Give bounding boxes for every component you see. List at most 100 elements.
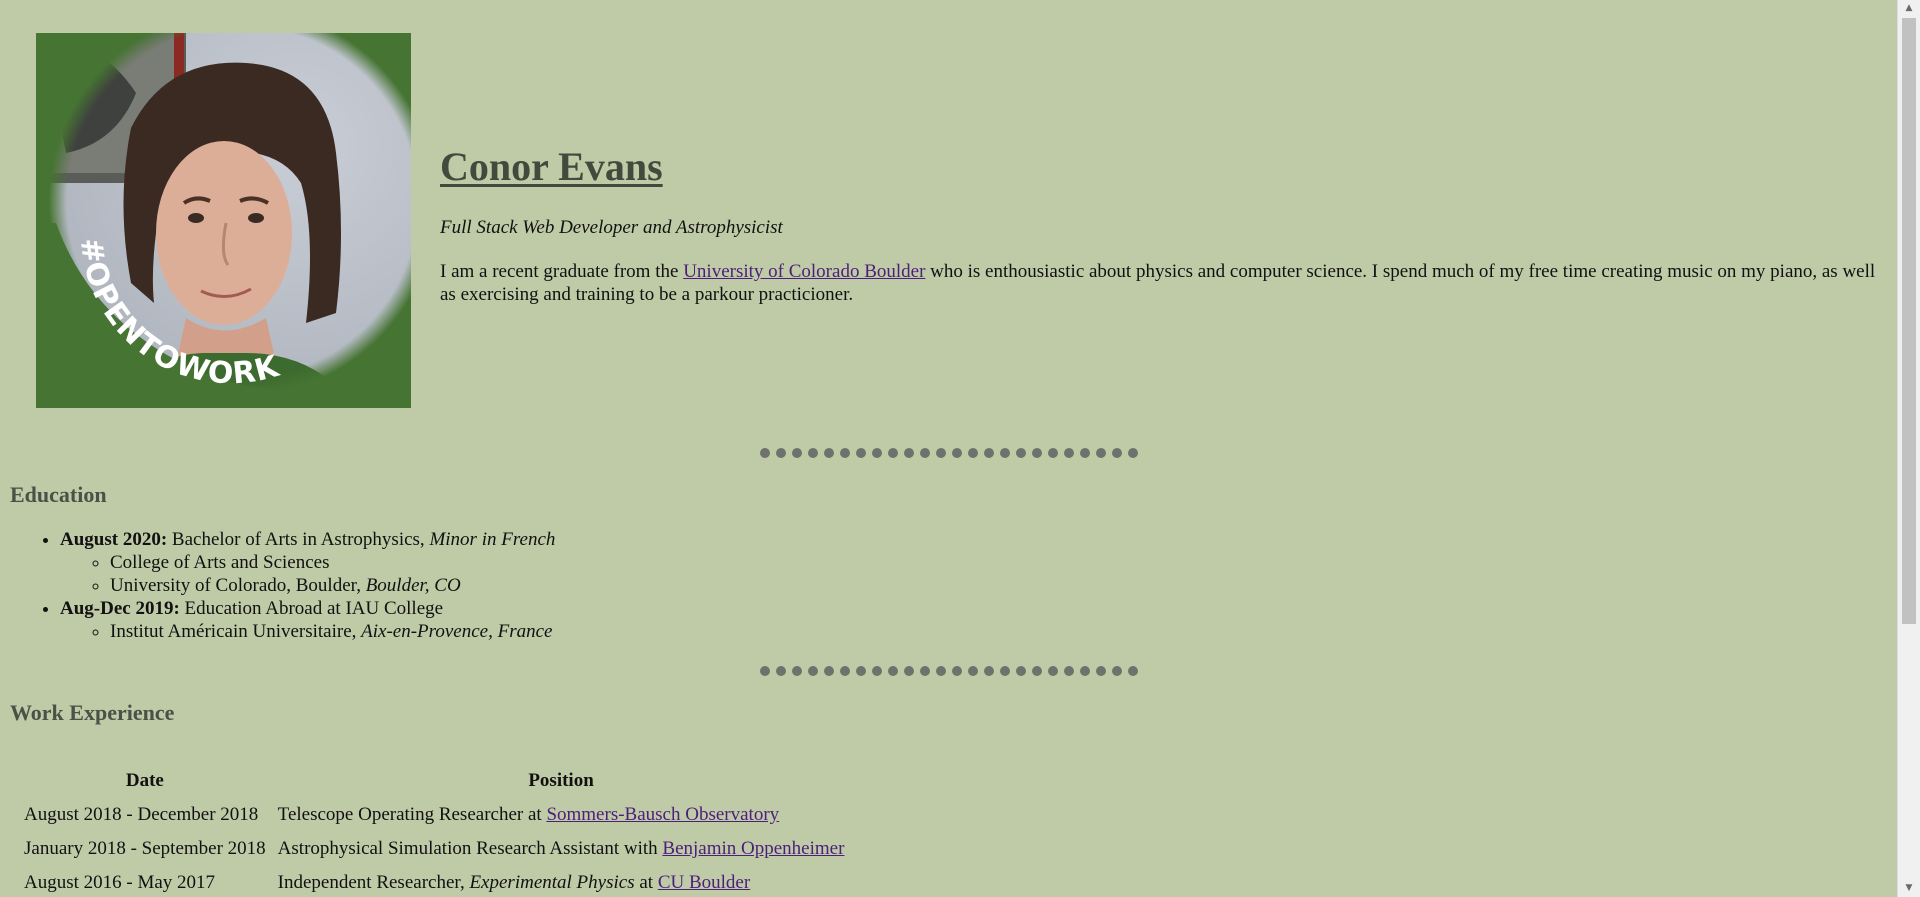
- observatory-link[interactable]: Sommers-Bausch Observatory: [546, 804, 779, 825]
- page: #OPENTOWORK Conor Evans Full Stack Web D…: [0, 0, 1898, 897]
- education-subitem-emph: Aix-en-Provence, France: [361, 621, 553, 642]
- bio: I am a recent graduate from the Universi…: [440, 260, 1880, 306]
- education-subitem-text: College of Arts and Sciences: [110, 552, 330, 573]
- education-subitem-text: Institut Américain Universitaire,: [110, 621, 362, 642]
- scrollbar-thumb[interactable]: [1902, 18, 1916, 624]
- dot-icon: [888, 448, 898, 458]
- dot-icon: [792, 448, 802, 458]
- education-subitem: Institut Américain Universitaire, Aix-en…: [110, 620, 555, 643]
- dot-icon: [856, 666, 866, 676]
- education-list: August 2020: Bachelor of Arts in Astroph…: [10, 528, 555, 643]
- dot-icon: [1032, 448, 1042, 458]
- intro: Conor Evans Full Stack Web Developer and…: [440, 145, 1880, 306]
- work-date: August 2016 - May 2017: [24, 872, 216, 893]
- dot-icon: [760, 448, 770, 458]
- dot-icon: [760, 666, 770, 676]
- table-header-row: Date Position: [24, 770, 844, 792]
- column-header-position: Position: [528, 770, 594, 791]
- dot-icon: [872, 666, 882, 676]
- dot-icon: [840, 448, 850, 458]
- dot-icon: [1080, 666, 1090, 676]
- dot-icon: [1016, 666, 1026, 676]
- work-date: August 2018 - December 2018: [24, 804, 259, 825]
- dot-icon: [904, 666, 914, 676]
- dot-icon: [1128, 448, 1138, 458]
- profile-header: #OPENTOWORK Conor Evans Full Stack Web D…: [36, 33, 1886, 408]
- column-header-date: Date: [125, 770, 164, 791]
- profile-photo: #OPENTOWORK: [36, 33, 411, 408]
- work-position-text: Telescope Operating Researcher at: [277, 804, 547, 825]
- dot-icon: [984, 666, 994, 676]
- dot-icon: [1032, 666, 1042, 676]
- education-item: August 2020: Bachelor of Arts in Astroph…: [60, 528, 555, 597]
- dot-icon: [1000, 448, 1010, 458]
- dot-icon: [952, 666, 962, 676]
- education-subitem-text: University of Colorado, Boulder,: [110, 575, 366, 596]
- dot-icon: [1096, 448, 1106, 458]
- university-link[interactable]: University of Colorado Boulder: [683, 261, 925, 282]
- oppenheimer-link[interactable]: Benjamin Oppenheimer: [662, 838, 844, 859]
- bio-text: I am a recent graduate from the: [440, 261, 684, 282]
- arrow-down-icon[interactable]: ▼: [1898, 880, 1920, 897]
- education-text: Education Abroad at IAU College: [179, 598, 444, 619]
- education-emph: Minor in French: [429, 529, 556, 550]
- dot-icon: [904, 448, 914, 458]
- dot-icon: [792, 666, 802, 676]
- dot-icon: [776, 666, 786, 676]
- work-date: January 2018 - September 2018: [24, 838, 266, 859]
- dot-icon: [1000, 666, 1010, 676]
- dot-icon: [1048, 666, 1058, 676]
- dot-icon: [1112, 448, 1122, 458]
- dot-icon: [872, 448, 882, 458]
- work-position-text: Independent Researcher,: [277, 872, 470, 893]
- page-title[interactable]: Conor Evans: [440, 145, 663, 189]
- dot-icon: [1064, 448, 1074, 458]
- education-heading: Education: [10, 482, 107, 507]
- dot-icon: [968, 666, 978, 676]
- work-position-emph: Experimental Physics: [469, 872, 635, 893]
- dot-icon: [1048, 448, 1058, 458]
- dot-icon: [936, 448, 946, 458]
- dot-icon: [952, 448, 962, 458]
- work-position-text: at: [634, 872, 658, 893]
- table-row: August 2016 - May 2017 Independent Resea…: [24, 872, 844, 894]
- dot-icon: [1016, 448, 1026, 458]
- dot-icon: [1080, 448, 1090, 458]
- education-text: Bachelor of Arts in Astrophysics,: [167, 529, 430, 550]
- dot-icon: [920, 666, 930, 676]
- work-table: Date Position August 2018 - December 201…: [12, 758, 856, 897]
- education-item: Aug-Dec 2019: Education Abroad at IAU Co…: [60, 597, 555, 643]
- education-subitem-emph: Boulder, CO: [365, 575, 461, 596]
- dot-icon: [808, 666, 818, 676]
- dot-divider: [760, 666, 1138, 676]
- dot-icon: [1112, 666, 1122, 676]
- education-sublist: Institut Américain Universitaire, Aix-en…: [60, 620, 555, 643]
- work-position: Telescope Operating Researcher at Sommer…: [278, 804, 845, 826]
- education-sublist: College of Arts and Sciences University …: [60, 551, 555, 597]
- arrow-up-icon[interactable]: ▲: [1898, 0, 1920, 17]
- table-row: January 2018 - September 2018 Astrophysi…: [24, 838, 844, 860]
- dot-icon: [808, 448, 818, 458]
- work-position: Independent Researcher, Experimental Phy…: [278, 872, 845, 894]
- dot-icon: [920, 448, 930, 458]
- dot-icon: [1096, 666, 1106, 676]
- dot-icon: [888, 666, 898, 676]
- education-subitem: College of Arts and Sciences: [110, 551, 555, 574]
- cu-boulder-link[interactable]: CU Boulder: [658, 872, 750, 893]
- dot-icon: [968, 448, 978, 458]
- education-date: August 2020:: [60, 529, 168, 550]
- dot-icon: [1064, 666, 1074, 676]
- education-date: Aug-Dec 2019:: [60, 598, 180, 619]
- subtitle: Full Stack Web Developer and Astrophysic…: [440, 217, 783, 238]
- vertical-scrollbar[interactable]: ▲ ▼: [1897, 0, 1920, 897]
- profile-photo-image: #OPENTOWORK: [36, 33, 411, 408]
- work-heading: Work Experience: [10, 700, 175, 725]
- dot-icon: [936, 666, 946, 676]
- dot-icon: [824, 448, 834, 458]
- work-position: Astrophysical Simulation Research Assist…: [278, 838, 845, 860]
- dot-icon: [1128, 666, 1138, 676]
- dot-icon: [856, 448, 866, 458]
- dot-divider: [760, 448, 1138, 458]
- work-position-text: Astrophysical Simulation Research Assist…: [277, 838, 663, 859]
- dot-icon: [984, 448, 994, 458]
